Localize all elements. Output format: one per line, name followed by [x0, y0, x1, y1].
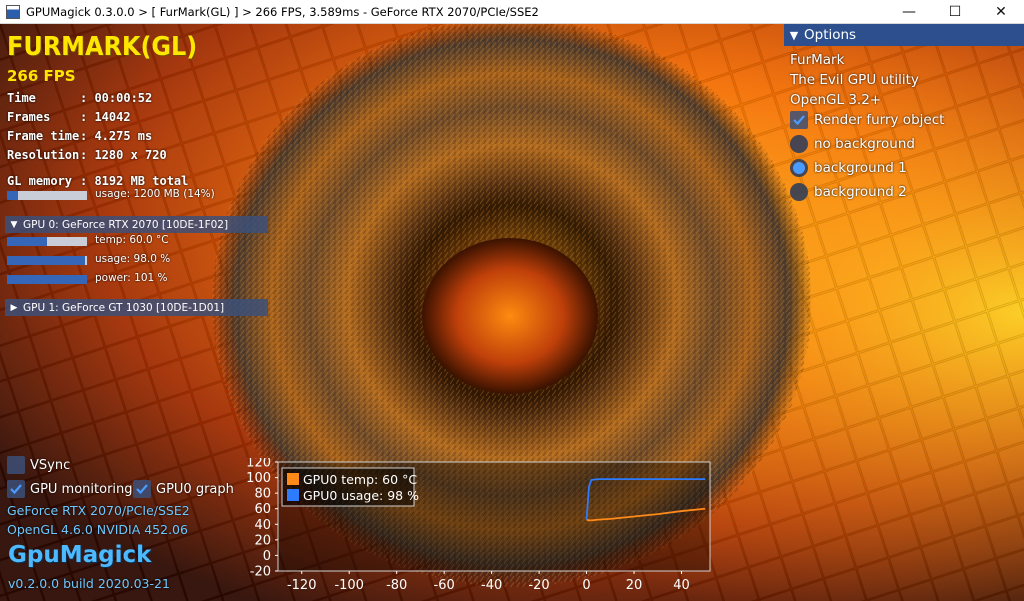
- graph-legend-label: GPU0 usage: 98 %: [303, 488, 419, 503]
- fps-counter: 266 FPS: [7, 67, 76, 85]
- build-version: v0.2.0.0 build 2020.03-21: [8, 576, 170, 591]
- window-titlebar: GPUMagick 0.3.0.0 > [ FurMark(GL) ] > 26…: [0, 0, 1024, 24]
- graph-x-tick-label: 40: [673, 578, 690, 593]
- checkmark-icon: [10, 484, 22, 495]
- radio-circle-selected[interactable]: [790, 159, 808, 177]
- gl-memory-bar: [7, 191, 87, 200]
- gpu0-temp-text: temp: 60.0 °C: [95, 234, 169, 246]
- graph-y-tick-label: 100: [246, 471, 271, 486]
- checkbox-box[interactable]: [133, 480, 151, 498]
- radio-background-1-label: background 1: [814, 160, 907, 176]
- vsync-checkbox[interactable]: VSync: [7, 455, 70, 475]
- graph-y-tick-label: 0: [263, 549, 271, 564]
- radio-background-2-label: background 2: [814, 184, 907, 200]
- gpu0-header[interactable]: ▼ GPU 0: GeForce RTX 2070 [10DE-1F02]: [5, 216, 268, 233]
- gpu0-power-text: power: 101 %: [95, 272, 168, 284]
- gl-memory-usage: usage: 1200 MB (14%): [95, 188, 215, 200]
- checkbox-box[interactable]: [790, 111, 808, 129]
- options-title: Options: [804, 27, 857, 43]
- gpu0-usage-bar-fill: [7, 256, 86, 265]
- stat-frametime-value: : 4.275 ms: [80, 129, 153, 143]
- graph-x-tick-label: -60: [434, 578, 455, 593]
- stat-frametime-label: Frame time: [7, 129, 80, 143]
- gpumagick-logo: GpuMagick: [8, 542, 152, 568]
- maximize-button[interactable]: ☐: [932, 0, 978, 24]
- graph-x-tick-label: -80: [386, 578, 407, 593]
- checkmark-icon: [136, 484, 148, 495]
- graph-x-tick-label: -120: [287, 578, 317, 593]
- expanded-arrow-icon: ▼: [10, 219, 18, 230]
- gpu-monitoring-label: GPU monitoring: [30, 481, 133, 497]
- graph-y-tick-label: 80: [254, 487, 271, 502]
- stat-resolution-value: : 1280 x 720: [80, 148, 167, 162]
- gpu0-power-bar-fill: [7, 275, 87, 284]
- renderer-name: GeForce RTX 2070/PCIe/SSE2: [7, 503, 190, 518]
- graph-x-tick-label: -20: [528, 578, 549, 593]
- stat-time-label: Time: [7, 91, 36, 105]
- graph-x-tick-label: -100: [334, 578, 364, 593]
- gpu0-usage-bar: [7, 256, 87, 265]
- gpu0-temp-bar-fill: [7, 237, 47, 246]
- graph-legend-swatch: [287, 489, 299, 501]
- gpu0-header-label: GPU 0: GeForce RTX 2070 [10DE-1F02]: [23, 218, 229, 231]
- gpu0-graph: 120100806040200-20-120 -100 -80 -60 -40 -20 0 2…: [246, 458, 711, 593]
- minimize-button[interactable]: —: [886, 0, 932, 24]
- close-button[interactable]: ✕: [978, 0, 1024, 24]
- graph-y-tick-label: 60: [254, 502, 271, 517]
- stat-time-value: : 00:00:52: [80, 91, 153, 105]
- options-panel-header[interactable]: ▼ Options: [784, 24, 1024, 46]
- opengl-version: OpenGL 4.6.0 NVIDIA 452.06: [7, 522, 188, 537]
- render-furry-checkbox[interactable]: Render furry object: [790, 110, 944, 130]
- stat-frames-label: Frames: [7, 110, 51, 124]
- gpu0-graph-label: GPU0 graph: [156, 481, 234, 497]
- radio-no-background-label: no background: [814, 136, 915, 152]
- gpu0-usage-text: usage: 98.0 %: [95, 253, 171, 265]
- options-info-api: OpenGL 3.2+: [790, 92, 882, 108]
- checkbox-box[interactable]: [7, 456, 25, 474]
- furmark-logo: FURMARK(GL): [7, 32, 198, 62]
- checkbox-box[interactable]: [7, 480, 25, 498]
- render-viewport[interactable]: FURMARK(GL) 266 FPS Time : 00:00:52 Fram…: [0, 24, 1024, 601]
- gl-memory-label: GL memory: [7, 174, 73, 188]
- gl-memory-value: : 8192 MB total: [80, 174, 189, 188]
- graph-legend-swatch: [287, 473, 299, 485]
- radio-background-1[interactable]: background 1: [790, 158, 907, 178]
- options-info-tagline: The Evil GPU utility: [790, 72, 919, 88]
- gpu0-graph-checkbox[interactable]: GPU0 graph: [133, 479, 234, 499]
- stat-resolution-label: Resolution: [7, 148, 80, 162]
- gpu-monitoring-checkbox[interactable]: GPU monitoring: [7, 479, 133, 499]
- gpu0-power-bar: [7, 275, 87, 284]
- radio-circle[interactable]: [790, 183, 808, 201]
- graph-y-tick-label: 20: [254, 533, 271, 548]
- stat-frames-value: : 14042: [80, 110, 131, 124]
- gpu1-header-label: GPU 1: GeForce GT 1030 [10DE-1D01]: [23, 301, 225, 314]
- graph-x-tick-label: 0: [582, 578, 590, 593]
- graph-y-tick-label: 40: [254, 518, 271, 533]
- options-info-name: FurMark: [790, 52, 845, 68]
- graph-y-tick-label: 120: [246, 458, 271, 471]
- gpu1-header[interactable]: ▶ GPU 1: GeForce GT 1030 [10DE-1D01]: [5, 299, 268, 316]
- expanded-arrow-icon: ▼: [789, 28, 799, 42]
- vsync-label: VSync: [30, 457, 71, 473]
- window-title: GPUMagick 0.3.0.0 > [ FurMark(GL) ] > 26…: [26, 4, 539, 19]
- collapsed-arrow-icon: ▶: [10, 302, 18, 313]
- graph-x-tick-label: 20: [626, 578, 643, 593]
- gl-memory-bar-fill: [7, 191, 19, 200]
- radio-no-background[interactable]: no background: [790, 134, 915, 154]
- radio-background-2[interactable]: background 2: [790, 182, 907, 202]
- gpu0-temp-bar: [7, 237, 87, 246]
- render-furry-label: Render furry object: [814, 112, 945, 128]
- graph-y-tick-label: -20: [250, 565, 271, 580]
- radio-circle[interactable]: [790, 135, 808, 153]
- checkmark-icon: [793, 115, 805, 126]
- graph-x-tick-label: -40: [481, 578, 502, 593]
- graph-legend-label: GPU0 temp: 60 °C: [303, 472, 417, 487]
- window-controls: — ☐ ✕: [886, 0, 1024, 24]
- app-icon: [6, 4, 20, 19]
- radio-dot-icon: [793, 162, 805, 174]
